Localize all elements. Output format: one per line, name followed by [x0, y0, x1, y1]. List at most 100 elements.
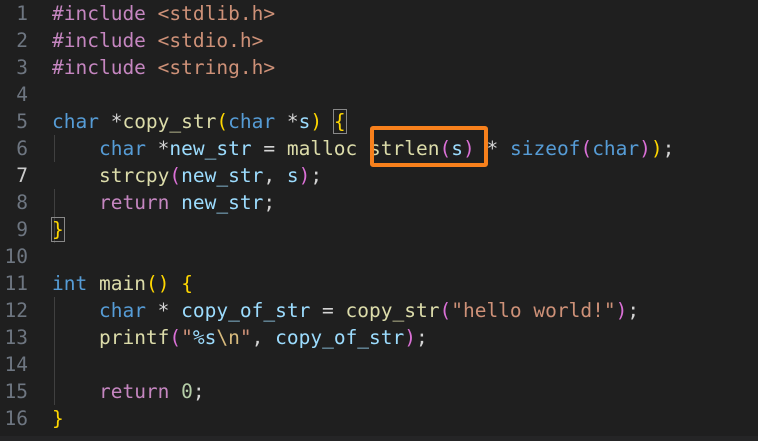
code-token: "hello world!" [451, 299, 616, 322]
line-code[interactable]: return new_str; [52, 189, 275, 216]
line-number: 10 [4, 245, 28, 268]
code-token: #include [52, 29, 158, 52]
code-token: char [98, 137, 146, 160]
code-token: new_str [181, 164, 264, 187]
code-line[interactable]: 4 [0, 81, 758, 108]
code-token: * [145, 299, 182, 322]
code-token: strlen [369, 137, 440, 160]
line-number: 13 [4, 326, 28, 349]
line-number: 2 [16, 29, 28, 52]
line-code[interactable]: int main() { [52, 270, 193, 297]
code-token: ; [662, 137, 675, 160]
code-token: } [52, 407, 64, 430]
line-code[interactable]: } [51, 216, 65, 243]
code-line[interactable]: 16} [0, 405, 758, 432]
code-token: " [239, 326, 252, 349]
line-code[interactable]: char *copy_str(char *s) { [52, 108, 347, 135]
code-line[interactable]: 6 char *new_str = malloc strlen(s) * siz… [0, 135, 758, 162]
code-line[interactable]: 8 return new_str; [0, 189, 758, 216]
code-token: <string.h> [157, 56, 276, 79]
line-code[interactable]: printf("%s\n", copy_of_str); [52, 324, 428, 351]
code-token: int [52, 272, 88, 295]
code-token: s [286, 164, 299, 187]
line-number: 7 [16, 164, 28, 187]
code-token: ; [627, 299, 640, 322]
code-token: copy_of_str [181, 299, 311, 322]
code-token: printf [98, 326, 170, 349]
code-token: ) [298, 164, 311, 187]
line-code[interactable]: char * copy_of_str = copy_str("hello wor… [52, 297, 639, 324]
code-token: 0 [181, 380, 193, 403]
code-token: sizeof [509, 137, 581, 160]
line-number: 4 [16, 83, 28, 106]
code-token: char [52, 110, 99, 133]
code-token: char [228, 110, 276, 133]
code-token: char [592, 137, 640, 160]
code-line[interactable]: 11 int main() { [0, 270, 758, 297]
code-token: } [51, 217, 65, 242]
code-line[interactable]: 1 #include <stdlib.h> [0, 0, 758, 27]
line-code[interactable]: #include <stdlib.h> [52, 0, 275, 27]
code-token: copy_of_str [275, 326, 405, 349]
code-token: , [251, 326, 276, 349]
code-line[interactable]: 13 printf("%s\n", copy_of_str); [0, 324, 758, 351]
code-line[interactable]: 5 char *copy_str(char *s) { [0, 108, 758, 135]
line-number: 16 [4, 407, 28, 430]
line-code[interactable]: #include <stdio.h> [52, 27, 263, 54]
code-token: ) [404, 326, 417, 349]
code-line[interactable]: 3 #include <string.h> [0, 54, 758, 81]
code-token: ) [650, 137, 663, 160]
code-token: malloc [286, 137, 358, 160]
code-editor[interactable]: 1 #include <stdlib.h> 2 #include <stdio.h> 3… [0, 0, 758, 441]
code-token: <stdlib.h> [157, 2, 276, 25]
code-line[interactable]: 14 [0, 351, 758, 378]
code-line[interactable]: 12 char * copy_of_str = copy_str("hello … [0, 297, 758, 324]
code-line[interactable]: 9} [0, 216, 758, 243]
code-token: ( [169, 326, 182, 349]
line-code[interactable]: return 0; [52, 378, 205, 405]
line-code[interactable]: char *new_str = malloc strlen(s) * sizeo… [52, 135, 674, 162]
code-token: ) [463, 137, 475, 160]
code-token: " [181, 326, 193, 349]
horizontal-scrollbar[interactable] [0, 436, 758, 441]
code-line[interactable]: 7 strcpy(new_str, s); [0, 162, 758, 189]
line-code[interactable]: #include <string.h> [52, 54, 275, 81]
line-number: 6 [16, 137, 28, 160]
code-token: new_str [181, 191, 264, 214]
line-code[interactable]: } [52, 405, 64, 432]
code-token: <stdio.h> [157, 29, 264, 52]
code-token: ( [439, 137, 452, 160]
code-line[interactable]: 15 return 0; [0, 378, 758, 405]
code-token: ; [416, 326, 428, 349]
code-token: ( [216, 110, 229, 133]
code-token: main [98, 272, 146, 295]
line-number: 1 [16, 2, 28, 25]
code-token: new_str [169, 137, 252, 160]
code-token: ( [580, 137, 593, 160]
code-token: return [98, 191, 170, 214]
code-token: #include [52, 2, 158, 25]
code-token: ( [439, 299, 452, 322]
code-token: * [98, 110, 123, 133]
code-token: \n [216, 326, 240, 349]
code-token: , [263, 164, 287, 187]
code-line[interactable]: 2 #include <stdio.h> [0, 27, 758, 54]
code-token: char [98, 299, 146, 322]
code-line[interactable]: 10 [0, 243, 758, 270]
line-code[interactable]: strcpy(new_str, s); [52, 162, 322, 189]
line-number: 3 [16, 56, 28, 79]
code-token: = [251, 137, 287, 160]
code-token: * [275, 110, 299, 133]
code-token: ) [615, 299, 628, 322]
code-token: * [145, 137, 170, 160]
code-token: ) [639, 137, 651, 160]
code-token: %s [192, 326, 217, 349]
